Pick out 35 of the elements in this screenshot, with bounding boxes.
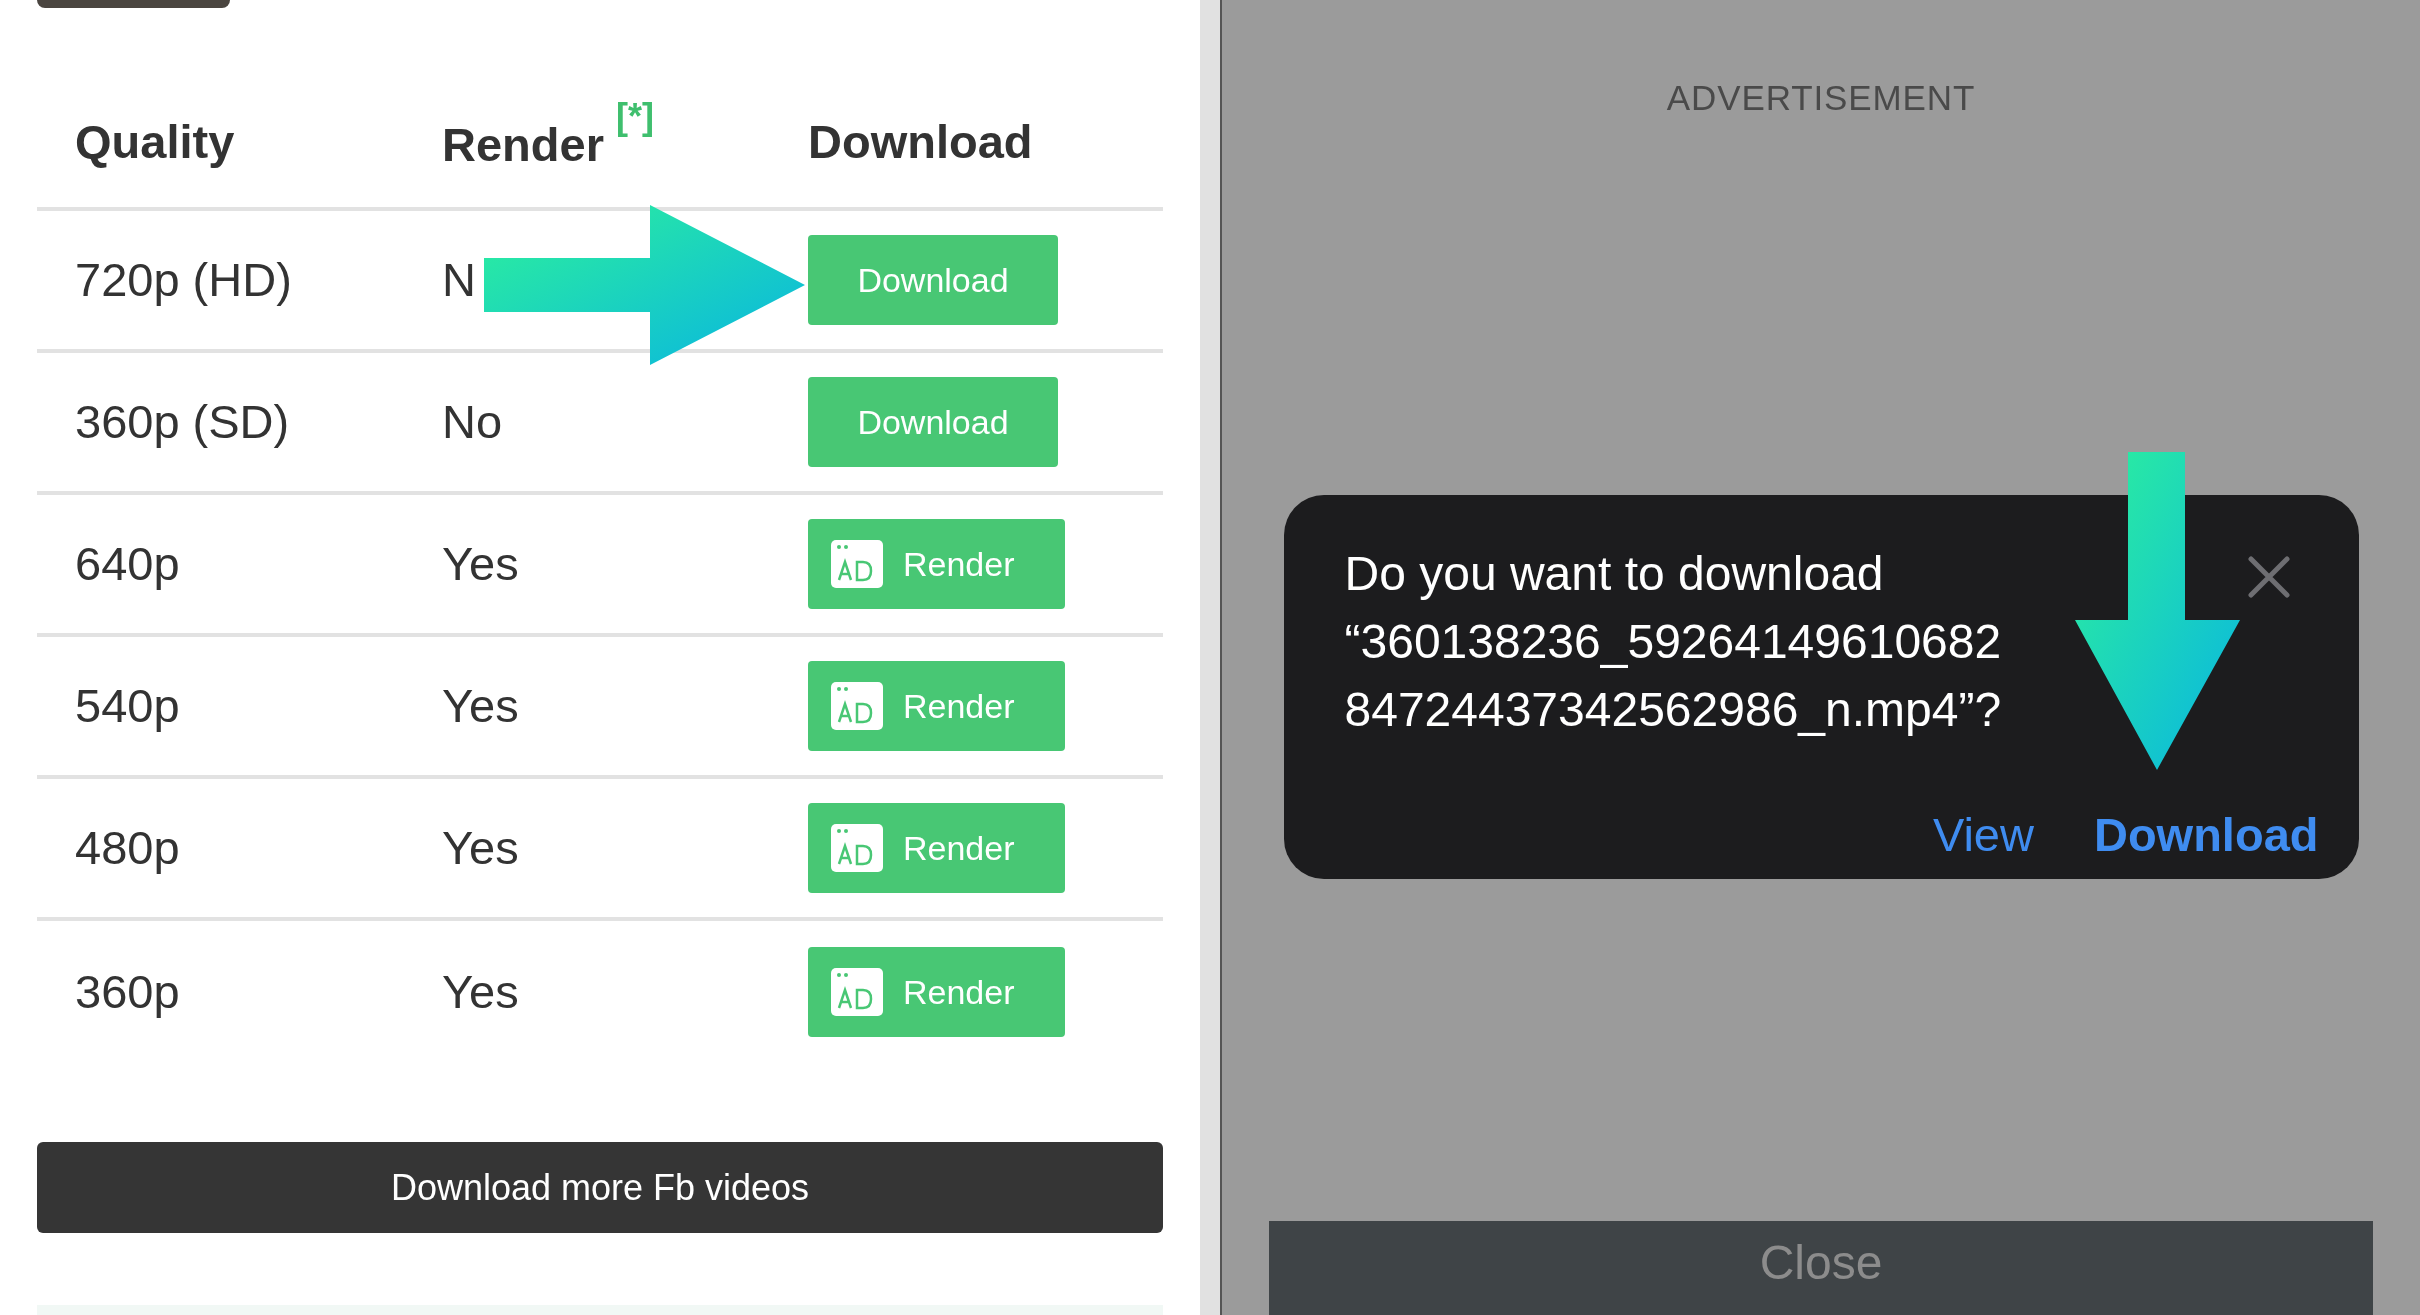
download-button[interactable]: Download (808, 377, 1058, 467)
download-button[interactable]: Download (808, 235, 1058, 325)
render-button[interactable]: Render (808, 803, 1065, 893)
quality-cell-text: 540p (75, 677, 181, 734)
dialog-message: “360138236_59264149610682 (1344, 613, 2002, 670)
download-more-button[interactable]: Download more Fb videos (37, 1142, 1163, 1233)
column-header: Quality (75, 114, 235, 171)
quality-cell-text: 640p (75, 535, 181, 592)
advertisement-label: ADVERTISEMENT (1666, 77, 1976, 119)
dialog-message: Do you want to download (1344, 545, 1884, 602)
quality-cell-text: 480p (75, 819, 181, 876)
render-cell-text: N (442, 251, 477, 308)
ad-window-icon (831, 968, 883, 1016)
quality-cell-text: 360p (SD) (75, 393, 291, 450)
close-icon[interactable] (2246, 554, 2291, 599)
ad-window-icon (831, 682, 883, 730)
render-cell-text: Yes (442, 677, 520, 734)
column-header: Render (442, 117, 604, 174)
render-cell-text: No (442, 393, 504, 450)
quality-cell-text: 720p (HD) (75, 251, 293, 308)
render-cell-text: Yes (442, 963, 520, 1020)
render-cell-text: Yes (442, 819, 520, 876)
render-button[interactable]: Render (808, 519, 1065, 609)
close-button[interactable]: Close (1269, 1221, 2373, 1315)
dialog-action-button[interactable]: View (1932, 799, 2034, 870)
render-button[interactable]: Render (808, 661, 1065, 751)
ad-window-icon (831, 824, 883, 872)
dialog-message: 84724437342562986_n.mp4”? (1344, 681, 2002, 738)
render-cell-text: Yes (442, 535, 520, 592)
column-header: Download (808, 114, 1033, 171)
dialog-action-button[interactable]: Download (2093, 799, 2319, 870)
render-button[interactable]: Render (808, 947, 1065, 1037)
footnote-link[interactable]: [*] (615, 90, 654, 145)
ad-window-icon (831, 540, 883, 588)
quality-cell-text: 360p (75, 963, 181, 1020)
